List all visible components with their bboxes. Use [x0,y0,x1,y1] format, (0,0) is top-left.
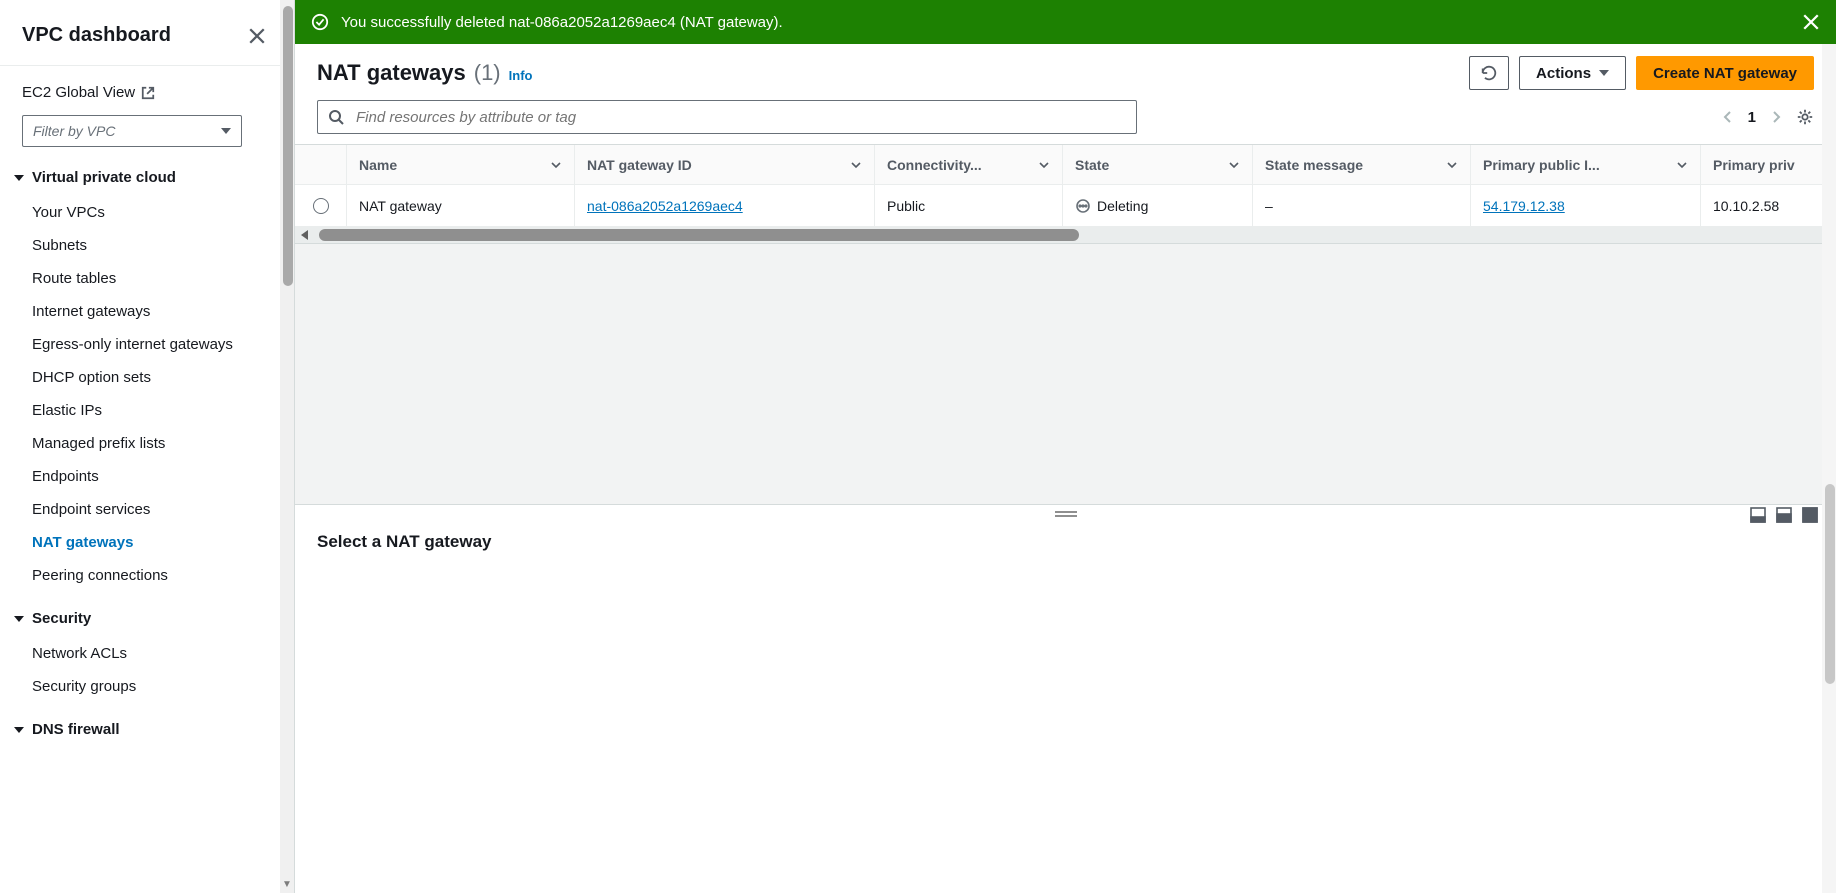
caret-down-icon [14,616,24,622]
nav-peering-connections[interactable]: Peering connections [22,559,272,592]
sort-icon [1446,159,1458,171]
drag-handle-icon [1055,511,1077,517]
caret-down-icon [14,727,24,733]
search-box[interactable] [317,100,1137,134]
nav-subnets[interactable]: Subnets [22,229,272,262]
col-name[interactable]: Name [347,145,575,184]
col-public-ip[interactable]: Primary public I... [1471,145,1701,184]
nav-elastic-ips[interactable]: Elastic IPs [22,394,272,427]
cell-state: Deleting [1063,185,1253,226]
filter-by-vpc-select[interactable]: Filter by VPC [22,115,242,147]
sort-icon [850,159,862,171]
cell-private-ip: 10.10.2.58 [1701,185,1836,226]
nav-security-groups[interactable]: Security groups [22,670,272,703]
sidebar: ▼ VPC dashboard EC2 Global View Filter b… [0,0,295,893]
panel-layout-icon[interactable] [1776,507,1792,523]
nav-your-vpcs[interactable]: Your VPCs [22,196,272,229]
ec2-global-view-link[interactable]: EC2 Global View [22,84,272,101]
check-circle-icon [311,13,329,31]
nav-section-security[interactable]: Security [14,610,272,627]
sort-icon [1676,159,1688,171]
panel-layout-icon[interactable] [1750,507,1766,523]
nat-gateways-table: Name NAT gateway ID Connectivity... Stat… [295,144,1836,244]
main-scrollbar[interactable] [1822,44,1836,893]
row-select-radio[interactable] [313,198,329,214]
page-title: NAT gateways [317,60,466,86]
deleting-icon [1075,198,1091,214]
filter-placeholder: Filter by VPC [33,123,115,139]
sort-icon [1228,159,1240,171]
success-flash: You successfully deleted nat-086a2052a12… [295,0,1836,44]
sort-icon [550,159,562,171]
sidebar-title: VPC dashboard [22,24,171,47]
refresh-button[interactable] [1469,56,1509,90]
info-link[interactable]: Info [509,68,533,83]
pagination: 1 [1720,108,1814,126]
split-handle[interactable] [295,504,1836,518]
panel-layout-icon[interactable] [1802,507,1818,523]
sort-icon [1038,159,1050,171]
search-input[interactable] [354,108,1126,127]
nav-endpoints[interactable]: Endpoints [22,460,272,493]
prev-page-icon[interactable] [1720,109,1736,125]
nav-section-vpc[interactable]: Virtual private cloud [14,169,272,186]
ec2-link-label: EC2 Global View [22,84,135,101]
close-icon[interactable] [1802,13,1820,31]
search-icon [328,109,344,125]
nav-section-dns-firewall[interactable]: DNS firewall [14,721,272,738]
nav-network-acls[interactable]: Network ACLs [22,637,272,670]
nav-egress-only-igw[interactable]: Egress-only internet gateways [22,328,272,361]
nav-dhcp-option-sets[interactable]: DHCP option sets [22,361,272,394]
detail-panel-prompt: Select a NAT gateway [295,518,1836,566]
refresh-icon [1480,64,1498,82]
caret-down-icon [14,175,24,181]
nav-nat-gateways[interactable]: NAT gateways [22,526,272,559]
public-ip-link[interactable]: 54.179.12.38 [1483,198,1565,214]
col-private-ip[interactable]: Primary priv [1701,145,1836,184]
col-state-message[interactable]: State message [1253,145,1471,184]
nav-internet-gateways[interactable]: Internet gateways [22,295,272,328]
nav-managed-prefix-lists[interactable]: Managed prefix lists [22,427,272,460]
nat-id-link[interactable]: nat-086a2052a1269aec4 [587,198,743,214]
col-state[interactable]: State [1063,145,1253,184]
cell-state-message: – [1253,185,1471,226]
table-empty-region [295,244,1836,504]
next-page-icon[interactable] [1768,109,1784,125]
gear-icon[interactable] [1796,108,1814,126]
main: You successfully deleted nat-086a2052a12… [295,0,1836,893]
sidebar-scrollbar[interactable]: ▼ [280,0,294,893]
caret-down-icon [1599,70,1609,76]
caret-down-icon [221,128,231,134]
table-row[interactable]: NAT gateway nat-086a2052a1269aec4 Public… [295,185,1836,227]
close-icon[interactable] [248,27,266,45]
page-number: 1 [1748,109,1756,126]
external-link-icon [141,86,155,100]
cell-connectivity: Public [875,185,1063,226]
col-connectivity[interactable]: Connectivity... [875,145,1063,184]
page-count: (1) [474,60,501,86]
actions-button[interactable]: Actions [1519,56,1626,90]
flash-message: You successfully deleted nat-086a2052a12… [341,14,1790,31]
cell-name: NAT gateway [347,185,575,226]
nav-route-tables[interactable]: Route tables [22,262,272,295]
create-nat-gateway-button[interactable]: Create NAT gateway [1636,56,1814,90]
nav-endpoint-services[interactable]: Endpoint services [22,493,272,526]
col-nat-gateway-id[interactable]: NAT gateway ID [575,145,875,184]
table-header-row: Name NAT gateway ID Connectivity... Stat… [295,145,1836,185]
table-horizontal-scrollbar[interactable] [295,227,1836,243]
